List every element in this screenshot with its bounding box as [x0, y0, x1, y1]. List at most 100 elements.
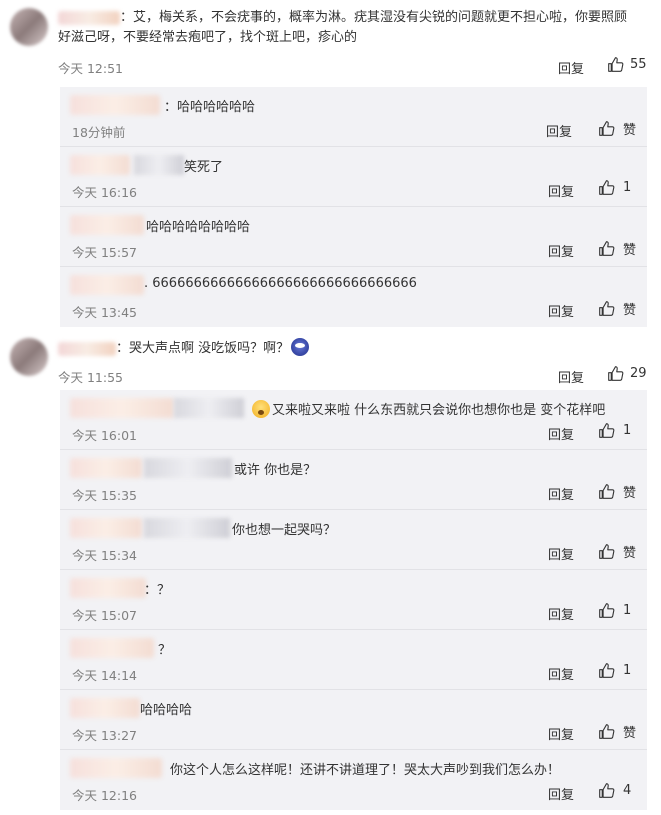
reply-button[interactable]: 回复 — [548, 544, 574, 563]
timestamp: 今天 11:55 — [58, 370, 123, 385]
reply-username[interactable] — [70, 518, 142, 538]
reply-text: 你这个人怎么这样呢！还讲不讲道理了！哭太大声吵到我们怎么办！ — [170, 763, 561, 778]
reply-button[interactable]: 回复 — [548, 301, 574, 320]
thumbs-up-icon — [599, 484, 615, 499]
username[interactable] — [58, 10, 120, 25]
reply-text: 笑死了 — [184, 160, 224, 175]
reply-item: 哈哈哈哈 今天 13:27 回复 赞 — [60, 690, 647, 750]
like-button[interactable]: 赞 — [598, 239, 636, 258]
reply-item: 笑死了 今天 16:16 回复 1 — [60, 147, 647, 207]
reply-button[interactable]: 回复 — [548, 241, 574, 260]
avatar[interactable] — [10, 8, 48, 46]
reply-text: ：哈哈哈哈哈哈 — [164, 100, 256, 115]
reply-button[interactable]: 回复 — [548, 424, 574, 443]
reply-username[interactable] — [70, 215, 144, 235]
avatar[interactable] — [10, 338, 48, 376]
like-button[interactable]: 4 — [598, 782, 631, 799]
like-button[interactable]: 29 — [607, 365, 647, 382]
reply-item: 哈哈哈哈哈哈哈哈 今天 15:57 回复 赞 — [60, 207, 647, 267]
like-count: 1 — [623, 603, 632, 618]
reply-button[interactable]: 回复 — [548, 784, 574, 803]
reply-username[interactable] — [70, 578, 146, 598]
like-count: 1 — [623, 663, 632, 678]
reply-username[interactable] — [70, 95, 160, 115]
reply-username[interactable] — [70, 698, 140, 718]
thumbs-up-icon — [599, 180, 615, 195]
thumbs-up-icon — [599, 241, 615, 256]
reply-button[interactable]: 回复 — [548, 664, 574, 683]
reply-list: ：哈哈哈哈哈哈 18分钟前 回复 赞 笑死了 今天 16:16 回复 1 哈哈哈… — [60, 87, 647, 327]
like-button[interactable]: 赞 — [598, 542, 636, 561]
timestamp: 今天 16:01 — [72, 428, 137, 443]
thumbs-up-icon — [608, 57, 624, 72]
reply-button[interactable]: 回复 — [548, 724, 574, 743]
reply-text: 你也想一起哭吗？ — [232, 523, 337, 538]
reply-button[interactable]: 回复 — [548, 484, 574, 503]
like-button[interactable]: 1 — [598, 602, 631, 619]
like-count: 赞 — [623, 726, 637, 741]
reply-username[interactable] — [70, 758, 162, 778]
reply-item: 又来啦又来啦 什么东西就只会说你也想你也是 变个花样吧 今天 16:01 回复 … — [60, 390, 647, 450]
reply-button[interactable]: 回复 — [558, 367, 584, 386]
like-count: 赞 — [623, 486, 637, 501]
timestamp: 18分钟前 — [72, 125, 126, 140]
redacted-text — [134, 155, 184, 175]
like-count: 赞 — [623, 243, 637, 258]
like-button[interactable]: 55 — [607, 56, 647, 73]
like-count: 赞 — [623, 546, 637, 561]
reply-list: 又来啦又来啦 什么东西就只会说你也想你也是 变个花样吧 今天 16:01 回复 … — [60, 390, 647, 810]
like-button[interactable]: 赞 — [598, 482, 636, 501]
like-count: 赞 — [623, 303, 637, 318]
timestamp: 今天 15:07 — [72, 608, 137, 623]
reply-text: ：？ — [144, 583, 171, 598]
like-count: 4 — [623, 783, 632, 798]
comment-text: ：哭大声点啊 没吃饭吗？啊？ — [58, 338, 661, 359]
username[interactable] — [58, 341, 116, 356]
thumbs-up-icon — [599, 423, 615, 438]
reply-button[interactable]: 回复 — [546, 121, 572, 140]
like-button[interactable]: 1 — [598, 662, 631, 679]
reply-button[interactable]: 回复 — [548, 604, 574, 623]
like-button[interactable]: 1 — [598, 422, 631, 439]
reply-username[interactable] — [70, 638, 154, 658]
reply-username[interactable] — [70, 155, 130, 175]
reply-text: 哈哈哈哈哈哈哈哈 — [146, 220, 251, 235]
scared-emoji-icon — [252, 400, 270, 418]
like-count: 赞 — [623, 123, 637, 138]
redacted-text — [144, 458, 232, 478]
crying-emoji-icon — [291, 338, 310, 356]
like-count: 1 — [623, 423, 632, 438]
like-button[interactable]: 赞 — [598, 119, 636, 138]
reply-text: 或许 你也是？ — [234, 463, 317, 478]
reply-button[interactable]: 回复 — [558, 58, 584, 77]
comment-thread: ：艾，梅关系，不会疣事的，概率为淋。疣其湿没有尖锐的问题就更不担心啦，你要照顾 … — [0, 8, 661, 78]
reply-item: ：？ 今天 15:07 回复 1 — [60, 570, 647, 630]
timestamp: 今天 13:45 — [72, 305, 137, 320]
thumbs-up-icon — [599, 544, 615, 559]
comment-thread: ：哭大声点啊 没吃饭吗？啊？ 今天 11:55 回复 29 — [0, 338, 661, 387]
like-button[interactable]: 1 — [598, 179, 631, 196]
reply-item: . 66666666666666666666666666666666 今天 13… — [60, 267, 647, 327]
thumbs-up-icon — [599, 301, 615, 316]
timestamp: 今天 12:16 — [72, 788, 137, 803]
timestamp: 今天 12:51 — [58, 61, 123, 76]
like-button[interactable]: 赞 — [598, 722, 636, 741]
main-comment: ：哭大声点啊 没吃饭吗？啊？ 今天 11:55 回复 29 — [0, 338, 661, 387]
timestamp: 今天 15:35 — [72, 488, 137, 503]
timestamp: 今天 13:27 — [72, 728, 137, 743]
like-count: 1 — [623, 180, 632, 195]
reply-username[interactable] — [70, 398, 174, 418]
reply-text: . 66666666666666666666666666666666 — [144, 276, 417, 291]
reply-button[interactable]: 回复 — [548, 181, 574, 200]
timestamp: 今天 15:57 — [72, 245, 137, 260]
thumbs-up-icon — [599, 663, 615, 678]
timestamp: 今天 16:16 — [72, 185, 137, 200]
like-button[interactable]: 赞 — [598, 299, 636, 318]
thumbs-up-icon — [599, 783, 615, 798]
thumbs-up-icon — [599, 603, 615, 618]
reply-username[interactable] — [70, 275, 144, 295]
thumbs-up-icon — [599, 724, 615, 739]
redacted-text — [174, 398, 244, 418]
reply-username[interactable] — [70, 458, 142, 478]
thumbs-up-icon — [608, 366, 624, 381]
